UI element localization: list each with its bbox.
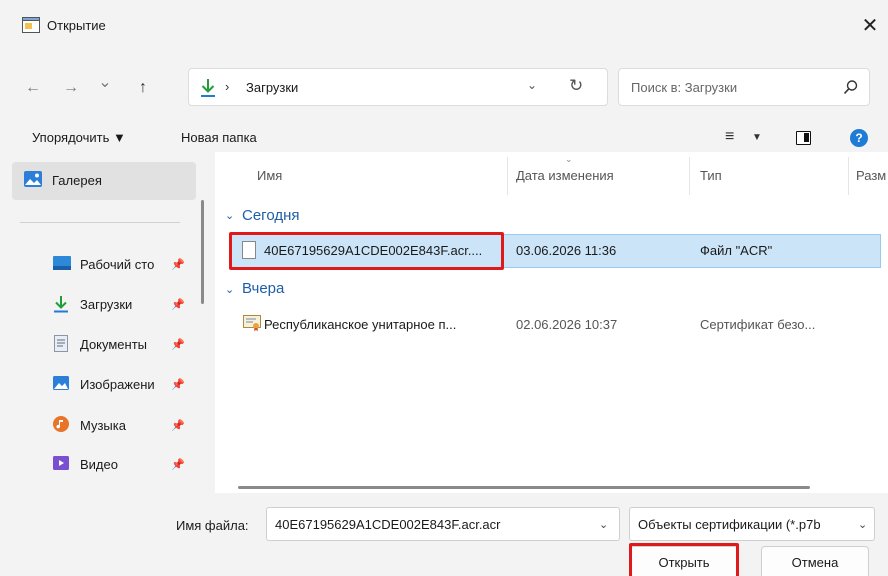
view-dropdown-icon[interactable]: ▼ bbox=[752, 132, 762, 143]
filetype-select[interactable]: Объекты сертификации (*.p7b ⌄ bbox=[629, 507, 875, 541]
downloads-icon bbox=[52, 295, 70, 313]
group-collapse-icon[interactable]: ⌄ bbox=[225, 209, 234, 222]
help-icon[interactable]: ? bbox=[850, 129, 868, 147]
music-icon bbox=[53, 416, 69, 432]
column-header-type[interactable]: Тип bbox=[700, 168, 722, 183]
pin-icon[interactable]: 📌 bbox=[171, 338, 185, 351]
file-type: Файл "ACR" bbox=[700, 243, 773, 258]
new-folder-button[interactable]: Новая папка bbox=[181, 130, 257, 145]
address-bar[interactable]: › Загрузки ⌄ ↻ bbox=[188, 68, 608, 106]
column-separator[interactable] bbox=[507, 157, 508, 195]
refresh-icon[interactable]: ↻ bbox=[569, 76, 583, 96]
documents-icon bbox=[54, 335, 68, 352]
sidebar-item-label: Рабочий сто bbox=[80, 257, 155, 272]
downloads-icon bbox=[199, 78, 217, 98]
video-icon bbox=[53, 456, 69, 470]
filename-label: Имя файла: bbox=[176, 518, 249, 533]
sidebar-item-pictures[interactable]: Изображени bbox=[80, 377, 155, 392]
pin-icon[interactable]: 📌 bbox=[171, 298, 185, 311]
breadcrumb-separator: › bbox=[225, 79, 230, 94]
highlight-box bbox=[229, 232, 504, 270]
navigation-pane bbox=[0, 152, 215, 493]
column-separator[interactable] bbox=[689, 157, 690, 195]
sidebar-item-music[interactable]: Музыка bbox=[80, 418, 126, 433]
close-icon[interactable]: ✕ bbox=[856, 12, 884, 40]
window-title: Открытие bbox=[47, 18, 106, 33]
pin-icon[interactable]: 📌 bbox=[171, 258, 185, 271]
sidebar-item-label: Галерея bbox=[52, 173, 102, 188]
search-icon[interactable] bbox=[843, 79, 859, 95]
filename-input[interactable]: 40E67195629A1CDE002E843F.acr.acr ⌄ bbox=[266, 507, 620, 541]
sidebar-item-downloads[interactable]: Загрузки bbox=[80, 297, 132, 312]
cancel-button[interactable]: Отмена bbox=[761, 546, 869, 576]
chevron-down-icon[interactable]: ⌄ bbox=[599, 518, 608, 531]
horizontal-scrollbar[interactable] bbox=[238, 486, 810, 489]
preview-pane-icon[interactable] bbox=[796, 131, 811, 145]
group-collapse-icon[interactable]: ⌄ bbox=[225, 283, 234, 296]
view-options-icon[interactable]: ≡ bbox=[725, 128, 734, 146]
breadcrumb-downloads[interactable]: Загрузки bbox=[246, 80, 298, 95]
title-bar bbox=[0, 0, 888, 52]
filename-value: 40E67195629A1CDE002E843F.acr.acr bbox=[275, 517, 501, 532]
sidebar-item-documents[interactable]: Документы bbox=[80, 337, 147, 352]
column-header-date[interactable]: Дата изменения bbox=[516, 168, 614, 183]
forward-icon[interactable]: → bbox=[60, 77, 82, 99]
certificate-icon bbox=[243, 315, 261, 331]
highlight-box bbox=[629, 543, 739, 576]
search-placeholder: Поиск в: Загрузки bbox=[631, 80, 738, 95]
filetype-value: Объекты сертификации (*.p7b bbox=[638, 517, 821, 532]
file-type: Сертификат безо... bbox=[700, 317, 816, 332]
file-date: 03.06.2026 11:36 bbox=[516, 243, 617, 258]
search-input[interactable]: Поиск в: Загрузки bbox=[618, 68, 870, 106]
file-date: 02.06.2026 10:37 bbox=[516, 317, 618, 332]
up-icon[interactable]: ↑ bbox=[132, 77, 154, 99]
column-header-size[interactable]: Разм bbox=[856, 168, 886, 183]
recent-locations-icon[interactable]: ⌄ bbox=[94, 72, 116, 94]
sidebar-divider bbox=[20, 222, 180, 223]
group-header-today[interactable]: Сегодня bbox=[242, 207, 300, 224]
pin-icon[interactable]: 📌 bbox=[171, 419, 185, 432]
address-dropdown-icon[interactable]: ⌄ bbox=[527, 78, 537, 92]
pin-icon[interactable]: 📌 bbox=[171, 378, 185, 391]
organize-button[interactable]: Упорядочить ▼ bbox=[32, 130, 126, 145]
sort-indicator-icon: ⌄ bbox=[565, 154, 573, 164]
column-header-name[interactable]: Имя bbox=[257, 168, 282, 183]
back-icon[interactable]: ← bbox=[22, 77, 44, 99]
chevron-down-icon[interactable]: ⌄ bbox=[858, 518, 867, 531]
open-dialog-icon bbox=[22, 17, 40, 33]
column-separator[interactable] bbox=[848, 157, 849, 195]
pictures-icon bbox=[53, 376, 69, 390]
gallery-icon bbox=[24, 171, 42, 187]
desktop-icon bbox=[53, 256, 71, 270]
group-header-yesterday[interactable]: Вчера bbox=[242, 280, 284, 297]
file-name: Республиканское унитарное п... bbox=[264, 317, 457, 332]
sidebar-item-video[interactable]: Видео bbox=[80, 457, 118, 472]
pin-icon[interactable]: 📌 bbox=[171, 458, 185, 471]
